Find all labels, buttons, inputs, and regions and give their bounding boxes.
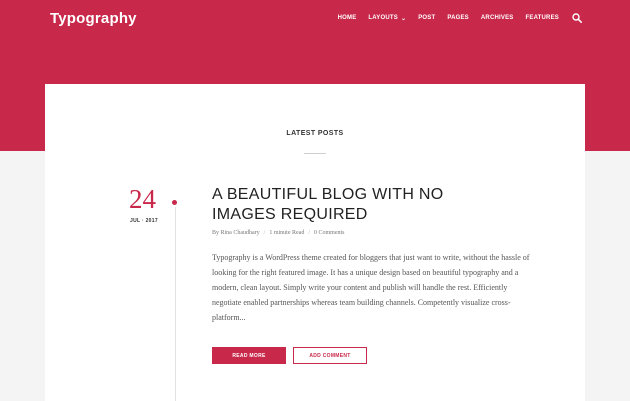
nav-item-label: POST — [418, 15, 436, 21]
post-excerpt: Typography is a WordPress theme created … — [212, 253, 530, 322]
search-icon[interactable] — [572, 13, 582, 23]
nav-item-label: HOME — [337, 15, 357, 21]
read-more-button[interactable]: READ MORE — [212, 347, 286, 364]
nav-item-features[interactable]: FEATURES — [526, 15, 560, 21]
nav-item-archives[interactable]: ARCHIVES — [481, 15, 514, 21]
nav-item-pages[interactable]: PAGES — [447, 15, 469, 21]
post-date-month-year: JUL · 2017 — [130, 218, 158, 224]
site-title[interactable]: Typography — [50, 10, 137, 27]
nav-item-post[interactable]: POST — [418, 15, 435, 21]
add-comment-button[interactable]: ADD COMMENT — [293, 347, 367, 364]
post-meta: By Rina Chaudhary/1 minute Read/0 Commen… — [212, 230, 345, 236]
nav-item-layouts[interactable]: LAYOUTS ⌄ — [368, 15, 406, 22]
post-comments-link[interactable]: 0 Comments — [314, 230, 345, 236]
nav-item-label: LAYOUTS — [368, 15, 398, 21]
meta-separator: / — [308, 230, 311, 236]
nav-item-label: ARCHIVES — [480, 15, 514, 21]
nav-item-home[interactable]: HOME — [338, 15, 357, 21]
post-author[interactable]: By Rina Chaudhary — [212, 230, 260, 236]
section-divider — [304, 153, 326, 154]
posts-card: LATEST POSTS 24 JUL · 2017 A BEAUTIFUL B… — [45, 84, 585, 401]
main-navigation: HOME LAYOUTS ⌄ POST PAGES ARCHIVES FEATUR… — [326, 11, 582, 25]
timeline-dot — [172, 200, 177, 205]
chevron-down-icon: ⌄ — [400, 15, 407, 22]
section-title: LATEST POSTS — [286, 130, 344, 137]
nav-item-label: FEATURES — [525, 15, 559, 21]
post-read-time: 1 minute Read — [269, 230, 305, 236]
nav-item-label: PAGES — [447, 15, 469, 21]
timeline-line — [175, 207, 176, 401]
meta-separator: / — [263, 230, 266, 236]
post-title[interactable]: A BEAUTIFUL BLOG WITH NO IMAGES REQUIRED — [212, 185, 512, 225]
post-date-day: 24 — [129, 184, 156, 214]
